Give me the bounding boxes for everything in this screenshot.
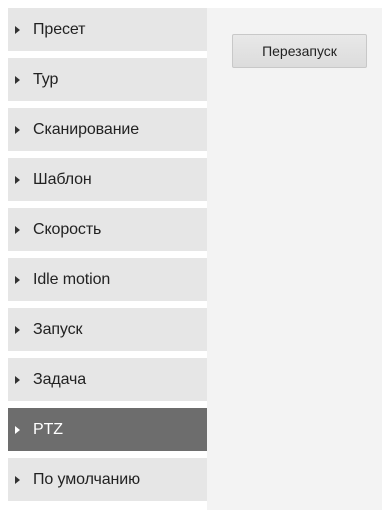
sidebar-item-label: Тур: [33, 70, 59, 88]
ptz-settings-panel: Пресет Тур Сканирование Шаблон Скорость …: [0, 0, 382, 510]
caret-right-icon: [15, 175, 20, 184]
sidebar-item-startup[interactable]: Запуск: [8, 308, 207, 352]
restart-button[interactable]: Перезапуск: [232, 34, 367, 68]
caret-right-icon: [15, 25, 20, 34]
sidebar-item-label: Скорость: [33, 220, 102, 238]
sidebar-item-default[interactable]: По умолчанию: [8, 458, 207, 502]
caret-right-icon: [15, 75, 20, 84]
sidebar-item-speed[interactable]: Скорость: [8, 208, 207, 252]
caret-right-icon: [15, 225, 20, 234]
caret-right-icon: [15, 275, 20, 284]
caret-right-icon: [15, 125, 20, 134]
sidebar-item-ptz[interactable]: PTZ: [8, 408, 207, 452]
sidebar-item-idle-motion[interactable]: Idle motion: [8, 258, 207, 302]
caret-right-icon: [15, 375, 20, 384]
sidebar-item-label: Idle motion: [33, 270, 111, 288]
sidebar-item-label: Задача: [33, 370, 87, 388]
sidebar-item-task[interactable]: Задача: [8, 358, 207, 402]
sidebar-item-label: Запуск: [33, 320, 83, 338]
sidebar-item-tour[interactable]: Тур: [8, 58, 207, 102]
sidebar-item-label: Сканирование: [33, 120, 140, 138]
sidebar-item-pattern[interactable]: Шаблон: [8, 158, 207, 202]
content-area: Перезапуск: [207, 8, 382, 510]
sidebar-item-label: По умолчанию: [33, 470, 141, 488]
sidebar-item-label: Шаблон: [33, 170, 92, 188]
sidebar-item-label: Пресет: [33, 20, 86, 38]
sidebar-menu: Пресет Тур Сканирование Шаблон Скорость …: [0, 8, 207, 510]
sidebar-item-preset[interactable]: Пресет: [8, 8, 207, 52]
sidebar-item-label: PTZ: [33, 420, 63, 438]
caret-right-icon: [15, 425, 20, 434]
sidebar-item-scan[interactable]: Сканирование: [8, 108, 207, 152]
caret-right-icon: [15, 325, 20, 334]
caret-right-icon: [15, 475, 20, 484]
